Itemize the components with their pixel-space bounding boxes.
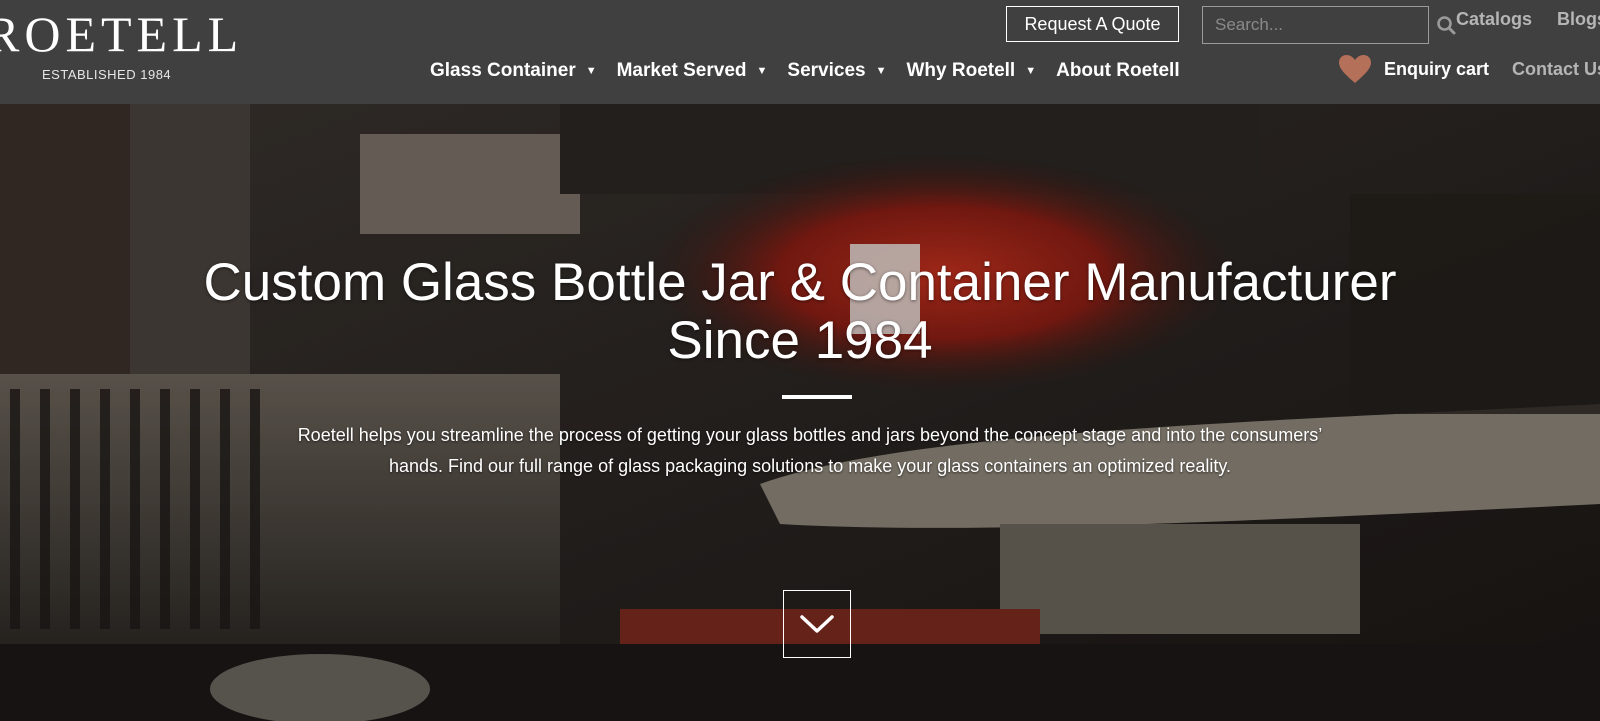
roetell-logo[interactable]: ROETELL ESTABLISHED 1984 bbox=[0, 0, 238, 100]
nav-label: Market Served bbox=[616, 60, 747, 81]
hero-title-line-1: Custom Glass Bottle Jar & Container Manu… bbox=[203, 253, 1397, 312]
site-header: ROETELL ESTABLISHED 1984 Request A Quote… bbox=[0, 0, 1600, 104]
catalogs-link[interactable]: Catalogs bbox=[1456, 9, 1532, 30]
heart-icon bbox=[1339, 55, 1371, 83]
nav-market-served[interactable]: Market Served ▼ bbox=[617, 59, 768, 83]
hero-description-line-2: hands. Find our full range of glass pack… bbox=[388, 456, 1232, 476]
nav-label: About Roetell bbox=[1056, 60, 1180, 81]
nav-label: Why Roetell bbox=[906, 60, 1016, 81]
nav-label: Services bbox=[787, 60, 866, 81]
logo-tagline: ESTABLISHED 1984 bbox=[42, 67, 172, 82]
contact-link[interactable]: Contact Us bbox=[1512, 59, 1600, 80]
hero-title: Custom Glass Bottle Jar & Container Manu… bbox=[0, 254, 1600, 370]
scroll-down-button[interactable] bbox=[783, 590, 851, 658]
logo-wordmark: ROETELL bbox=[0, 6, 244, 62]
hero-title-line-2: Since 1984 bbox=[667, 311, 933, 370]
search-box bbox=[1202, 6, 1456, 44]
caret-down-icon: ▼ bbox=[585, 65, 597, 77]
nav-services[interactable]: Services ▼ bbox=[787, 59, 886, 83]
enquiry-cart-link[interactable]: Enquiry cart bbox=[1338, 54, 1489, 84]
request-quote-button[interactable]: Request A Quote bbox=[1006, 6, 1179, 42]
nav-why-roetell[interactable]: Why Roetell ▼ bbox=[906, 59, 1036, 83]
hero-description-line-1: Roetell helps you streamline the process… bbox=[297, 425, 1323, 445]
main-nav: Glass Container ▼ Market Served ▼ Servic… bbox=[430, 59, 1200, 83]
hero-divider bbox=[782, 395, 852, 399]
enquiry-cart-label: Enquiry cart bbox=[1384, 58, 1490, 79]
caret-down-icon: ▼ bbox=[1025, 65, 1037, 77]
hero-description: Roetell helps you streamline the process… bbox=[260, 420, 1360, 482]
search-icon[interactable] bbox=[1436, 9, 1456, 41]
chevron-down-icon bbox=[800, 615, 834, 633]
blogs-link[interactable]: Blogs bbox=[1557, 9, 1600, 30]
search-input[interactable] bbox=[1203, 7, 1436, 43]
hero-section: Custom Glass Bottle Jar & Container Manu… bbox=[0, 104, 1600, 721]
caret-down-icon: ▼ bbox=[875, 65, 887, 77]
nav-label: Glass Container bbox=[430, 60, 576, 81]
nav-glass-container[interactable]: Glass Container ▼ bbox=[430, 59, 597, 83]
nav-about-roetell[interactable]: About Roetell bbox=[1056, 59, 1180, 83]
caret-down-icon: ▼ bbox=[756, 65, 768, 77]
